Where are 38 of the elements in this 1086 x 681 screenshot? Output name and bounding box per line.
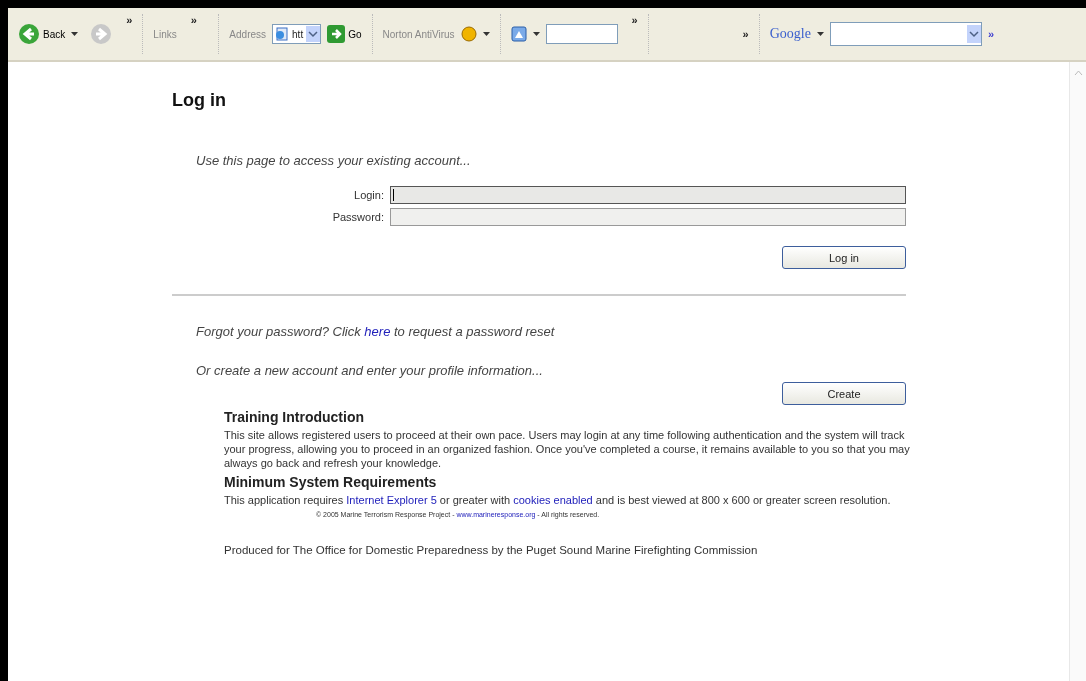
section-heading: Minimum System Requirements (224, 474, 438, 490)
go-button[interactable]: Go (327, 25, 362, 43)
scrollbar[interactable] (1069, 62, 1086, 681)
google-logo[interactable]: Google (769, 26, 811, 42)
section-heading: Training Introduction (224, 409, 365, 425)
chevron[interactable]: » (631, 14, 638, 26)
dropdown-icon[interactable] (532, 32, 540, 36)
google-search-field[interactable] (829, 22, 982, 46)
section-text: This application requires Internet Explorer 5 or greater with cookies enabled and is best viewed at 800 x 600 or greater screen resolution. (224, 493, 892, 507)
chevron[interactable]: » (987, 28, 995, 40)
back-button[interactable]: Back (18, 23, 66, 45)
dropdown-icon[interactable] (966, 25, 981, 43)
section-text: This site allows registered users to proceed at their own pace. Users may login at any time following authentication and the system will track your progress, allowing you to proceed in an organized fashion. Once you've completed a course, it remains available to you so that you may always go back and refresh your knowledge. (224, 428, 911, 470)
page-icon (275, 27, 290, 41)
create-account-text: Or create a new account and enter your profile information... (196, 363, 544, 378)
create-button[interactable]: Create (782, 382, 906, 405)
forgot-password-text: Forgot your password? Click here to request a password reset (196, 324, 556, 339)
image-icon[interactable] (510, 26, 527, 42)
dropdown-icon[interactable] (71, 32, 79, 36)
chevron[interactable]: » (190, 14, 197, 26)
produced-by-text: Produced for The Office for Domestic Preparedness by the Puget Sound Marine Firefighting Commission (224, 544, 759, 556)
address-field[interactable]: htt (272, 24, 322, 44)
search-field[interactable] (545, 24, 618, 44)
input-field[interactable] (390, 208, 906, 226)
text-link[interactable]: Internet Explorer 5 (346, 494, 437, 506)
address-label: Address (229, 28, 267, 40)
text-link[interactable]: cookies enabled (513, 494, 593, 506)
chevron[interactable]: » (126, 14, 133, 26)
input-field[interactable] (390, 186, 906, 204)
page-title: Log in (172, 90, 227, 111)
here-link[interactable]: here (364, 324, 391, 339)
chevron[interactable]: » (742, 28, 749, 40)
dropdown-icon[interactable] (482, 32, 490, 36)
dropdown-icon[interactable] (816, 32, 824, 36)
field-label: Password: (331, 211, 385, 223)
field-label: Login: (353, 189, 385, 201)
login-button[interactable]: Log in (782, 246, 906, 269)
intro-text: Use this page to access your existing account... (196, 153, 472, 168)
